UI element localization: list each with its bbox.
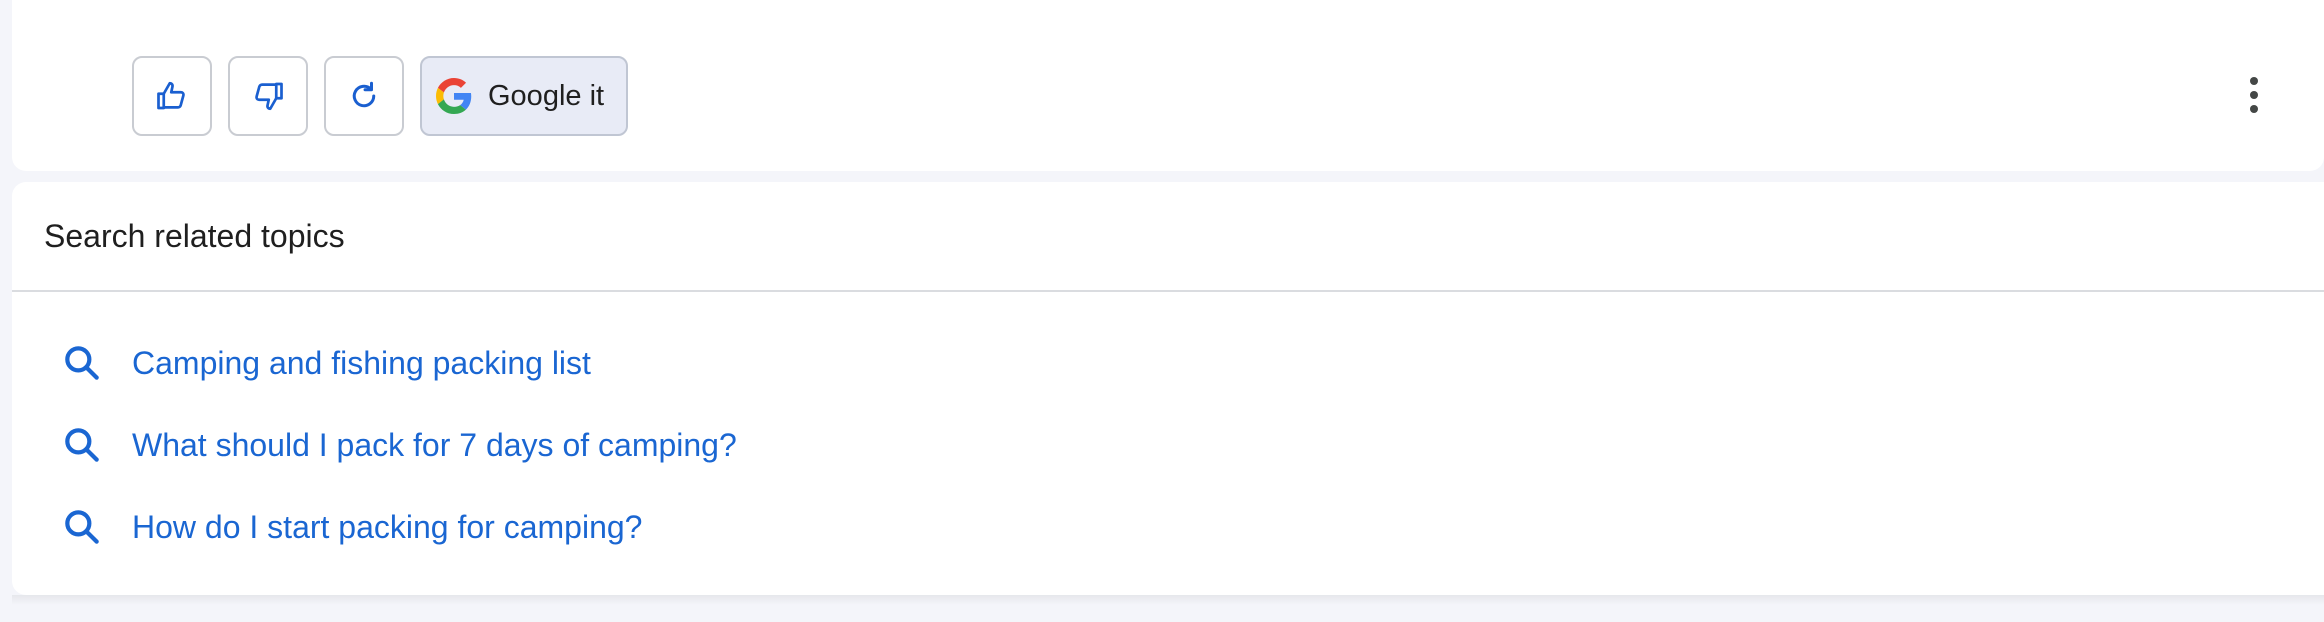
- google-it-label: Google it: [488, 79, 605, 112]
- google-g-icon: [436, 78, 472, 114]
- related-topics-title: Search related topics: [44, 217, 345, 254]
- related-topic-link[interactable]: What should I pack for 7 days of camping…: [132, 427, 737, 464]
- more-vert-icon-dot: [2250, 77, 2258, 85]
- related-topic-link[interactable]: How do I start packing for camping?: [132, 509, 642, 546]
- search-icon: [65, 510, 99, 544]
- related-topic-item[interactable]: Camping and fishing packing list: [12, 322, 2324, 404]
- thumbs-down-icon: [255, 82, 283, 111]
- panel-shadow: [12, 595, 2324, 605]
- thumbs-up-icon: [157, 81, 185, 110]
- related-topics-panel: Search related topics Camping and fishin…: [12, 182, 2324, 595]
- search-icon: [65, 428, 99, 462]
- related-topic-link[interactable]: Camping and fishing packing list: [132, 345, 591, 382]
- google-it-button[interactable]: Google it: [420, 56, 629, 136]
- feedback-toolbar: Google it: [132, 56, 629, 136]
- thumbs-up-button[interactable]: [132, 56, 212, 136]
- related-topic-item[interactable]: How do I start packing for camping?: [12, 486, 2324, 568]
- response-actions-panel: Google it: [12, 0, 2324, 171]
- page: Google it Search related topics Camping …: [0, 0, 2324, 622]
- thumbs-down-button[interactable]: [228, 56, 308, 136]
- related-topics-list: Camping and fishing packing list What sh…: [12, 292, 2324, 568]
- refresh-icon: [352, 81, 376, 108]
- search-icon: [65, 346, 99, 380]
- related-topic-item[interactable]: What should I pack for 7 days of camping…: [12, 404, 2324, 486]
- related-topics-header: Search related topics: [12, 182, 2324, 292]
- regenerate-button[interactable]: [324, 56, 404, 136]
- more-options-button[interactable]: [2234, 70, 2274, 120]
- more-vert-icon-dot: [2250, 105, 2258, 113]
- more-vert-icon-dot: [2250, 91, 2258, 99]
